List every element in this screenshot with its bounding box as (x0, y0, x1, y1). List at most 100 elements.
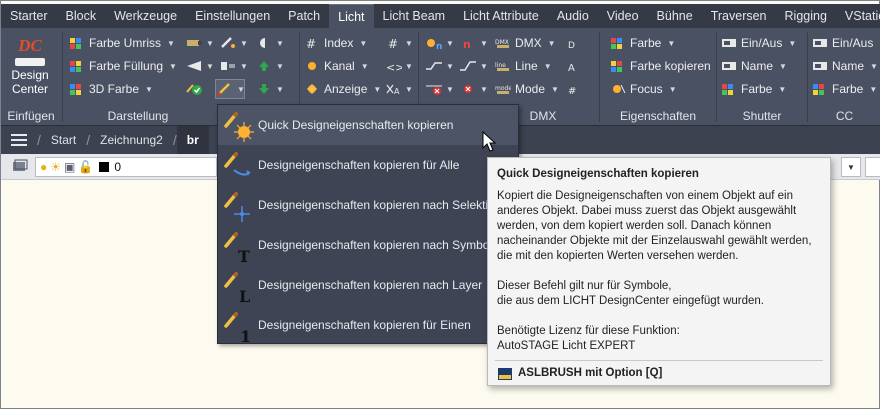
layer-manager-icon[interactable] (11, 158, 29, 179)
cc-farbe-button[interactable]: Farbe ▼ (812, 79, 877, 99)
menu-item-1[interactable]: Quick Designeigenschaften kopieren (218, 105, 518, 145)
compare-button[interactable]: <> ▼ (384, 56, 414, 76)
brush-l-icon: L (220, 268, 256, 305)
farbe-umriss-button[interactable]: Farbe Umriss ▼ (69, 33, 175, 53)
layer-select[interactable]: ● ☀ ▣ 🔓 0 (35, 157, 217, 177)
svg-text:1: 1 (240, 327, 251, 344)
fixture-display-button[interactable]: ▼ (185, 33, 215, 53)
design-center-button[interactable]: DC Design Center (5, 32, 55, 104)
tab-start[interactable]: Start (41, 126, 86, 154)
beam-icon (185, 59, 203, 73)
menu-item-3[interactable]: Designeigenschaften kopieren nach Selekt… (218, 185, 518, 225)
mode-icon: mode (495, 82, 512, 96)
tab-block[interactable]: Block (57, 4, 106, 28)
symbol-scale-button[interactable]: ▼ (219, 56, 249, 76)
hash-icon: # (384, 36, 402, 51)
chevron-down-icon: ▼ (543, 61, 552, 71)
shutter-farbe-button[interactable]: Farbe ▼ (721, 79, 786, 99)
kanal-button[interactable]: Kanal ▼ (304, 56, 369, 76)
property-select[interactable] (865, 157, 880, 177)
line-label: Line (515, 59, 538, 73)
dmx-remove-button[interactable]: ▼ (459, 79, 489, 99)
hash-button[interactable]: # ▼ (384, 33, 414, 53)
index-icon: # (304, 36, 320, 51)
dmx-n-button[interactable]: n ▼ (459, 33, 489, 53)
chevron-down-icon: ▼ (240, 61, 248, 71)
menu-hamburger-icon[interactable] (1, 126, 37, 154)
cc-ein-aus-button[interactable]: Ein/Aus (812, 33, 873, 53)
panel-title-einfuegen: Einfügen (7, 109, 55, 123)
farbe-fuellung-label: Farbe Füllung (89, 59, 164, 73)
farbe-fuellung-button[interactable]: Farbe Füllung ▼ (69, 56, 177, 76)
cc-farbe-label: Farbe (832, 82, 864, 96)
tab-licht-attribute[interactable]: Licht Attribute (454, 4, 548, 28)
chevron-down-icon[interactable]: ▼ (841, 157, 861, 177)
chevron-down-icon: ▼ (359, 38, 368, 48)
shutter-name-button[interactable]: Name ▼ (721, 56, 787, 76)
mode-button[interactable]: mode Mode ▼ (495, 79, 559, 99)
dmx-d-button[interactable]: D (565, 33, 595, 53)
index-button[interactable]: # Index ▼ (304, 33, 367, 53)
half-moon-button[interactable]: ▼ (255, 33, 285, 53)
label-xa-button[interactable]: A ▼ (384, 79, 414, 99)
menu-item-5[interactable]: L Designeigenschaften kopieren nach Layer (218, 265, 518, 305)
dmx-clear-button[interactable]: ▼ (425, 79, 455, 99)
tab-licht[interactable]: Licht (329, 4, 374, 28)
tab-drawing[interactable]: Zeichnung2 (90, 126, 173, 154)
color-fill-icon (69, 59, 85, 73)
dmx-hash-button[interactable]: # (565, 79, 595, 99)
line-button[interactable]: line Line ▼ (495, 56, 552, 76)
tab-b-hne[interactable]: Bühne (648, 4, 702, 28)
chevron-down-icon: ▼ (240, 38, 248, 48)
tab-audio[interactable]: Audio (548, 4, 598, 28)
clear-icon (425, 82, 443, 96)
anzeige-button[interactable]: Anzeige ▼ (304, 79, 381, 99)
lock-icon: 🔓 (78, 160, 94, 174)
focus-button[interactable]: Focus ▼ (610, 79, 677, 99)
farbe-kopieren-button[interactable]: Farbe kopieren (610, 56, 711, 76)
panel-title-cc: CC (835, 109, 854, 123)
menu-item-label: Designeigenschaften kopieren nach Symbol (258, 238, 493, 252)
svg-text:#: # (568, 86, 576, 96)
tab-traversen[interactable]: Traversen (702, 4, 776, 28)
tab-current-drawing[interactable]: br (176, 126, 209, 154)
beam-display-button[interactable]: ▼ (185, 56, 215, 76)
svg-text:line: line (495, 62, 506, 69)
eigen-farbe-button[interactable]: Farbe ▼ (610, 33, 675, 53)
shutter-ein-aus-button[interactable]: Ein/Aus ▼ (721, 33, 796, 53)
tab-werkzeuge[interactable]: Werkzeuge (105, 4, 186, 28)
dmx-button[interactable]: DMX DMX ▼ (495, 33, 556, 53)
farbe-3d-button[interactable]: 3D Farbe ▼ (69, 79, 153, 99)
pen-tool-button[interactable]: ▼ (219, 33, 249, 53)
arrow-down-button[interactable]: ▼ (255, 79, 285, 99)
panel-eigenschaften: Farbe ▼ Farbe kopieren Focus ▼ Eigenschaft… (600, 28, 716, 126)
menu-item-2[interactable]: Designeigenschaften kopieren für Alle (218, 145, 518, 185)
n-icon: n (459, 36, 477, 51)
tab-licht-beam[interactable]: Licht Beam (374, 4, 455, 28)
focus-icon (610, 82, 626, 96)
dmx-address-button[interactable]: n ▼ (425, 33, 455, 53)
svg-text:L: L (239, 287, 250, 304)
farbe-kopieren-label: Farbe kopieren (630, 59, 711, 73)
mode-label: Mode (515, 82, 546, 96)
tab-starter[interactable]: Starter (1, 4, 57, 28)
dmx-a-button[interactable]: A (565, 56, 595, 76)
design-brush-button[interactable]: ▼ (215, 79, 245, 99)
check-display-button[interactable] (185, 79, 215, 99)
tab-patch[interactable]: Patch (279, 4, 329, 28)
tab-einstellungen[interactable]: Einstellungen (186, 4, 279, 28)
arrow-up-button[interactable]: ▼ (255, 56, 285, 76)
chevron-down-icon: ▼ (206, 61, 214, 71)
menu-item-6[interactable]: 1 Designeigenschaften kopieren für Einen (218, 305, 518, 345)
cc-name-button[interactable]: Name ▼ (812, 56, 878, 76)
dmx-wave-button[interactable]: ▼ (425, 56, 455, 76)
tab-vstatic[interactable]: VStatic (836, 4, 880, 28)
tab-rigging[interactable]: Rigging (776, 4, 836, 28)
brush-crosshair-icon (220, 188, 256, 222)
svg-text:#: # (388, 37, 398, 50)
dmx-curve-button[interactable]: ▼ (459, 56, 489, 76)
panel-title-shutter: Shutter (742, 109, 782, 123)
menu-item-4[interactable]: T Designeigenschaften kopieren nach Symbo… (218, 225, 518, 265)
tab-video[interactable]: Video (598, 4, 648, 28)
chevron-down-icon: ▼ (667, 38, 676, 48)
